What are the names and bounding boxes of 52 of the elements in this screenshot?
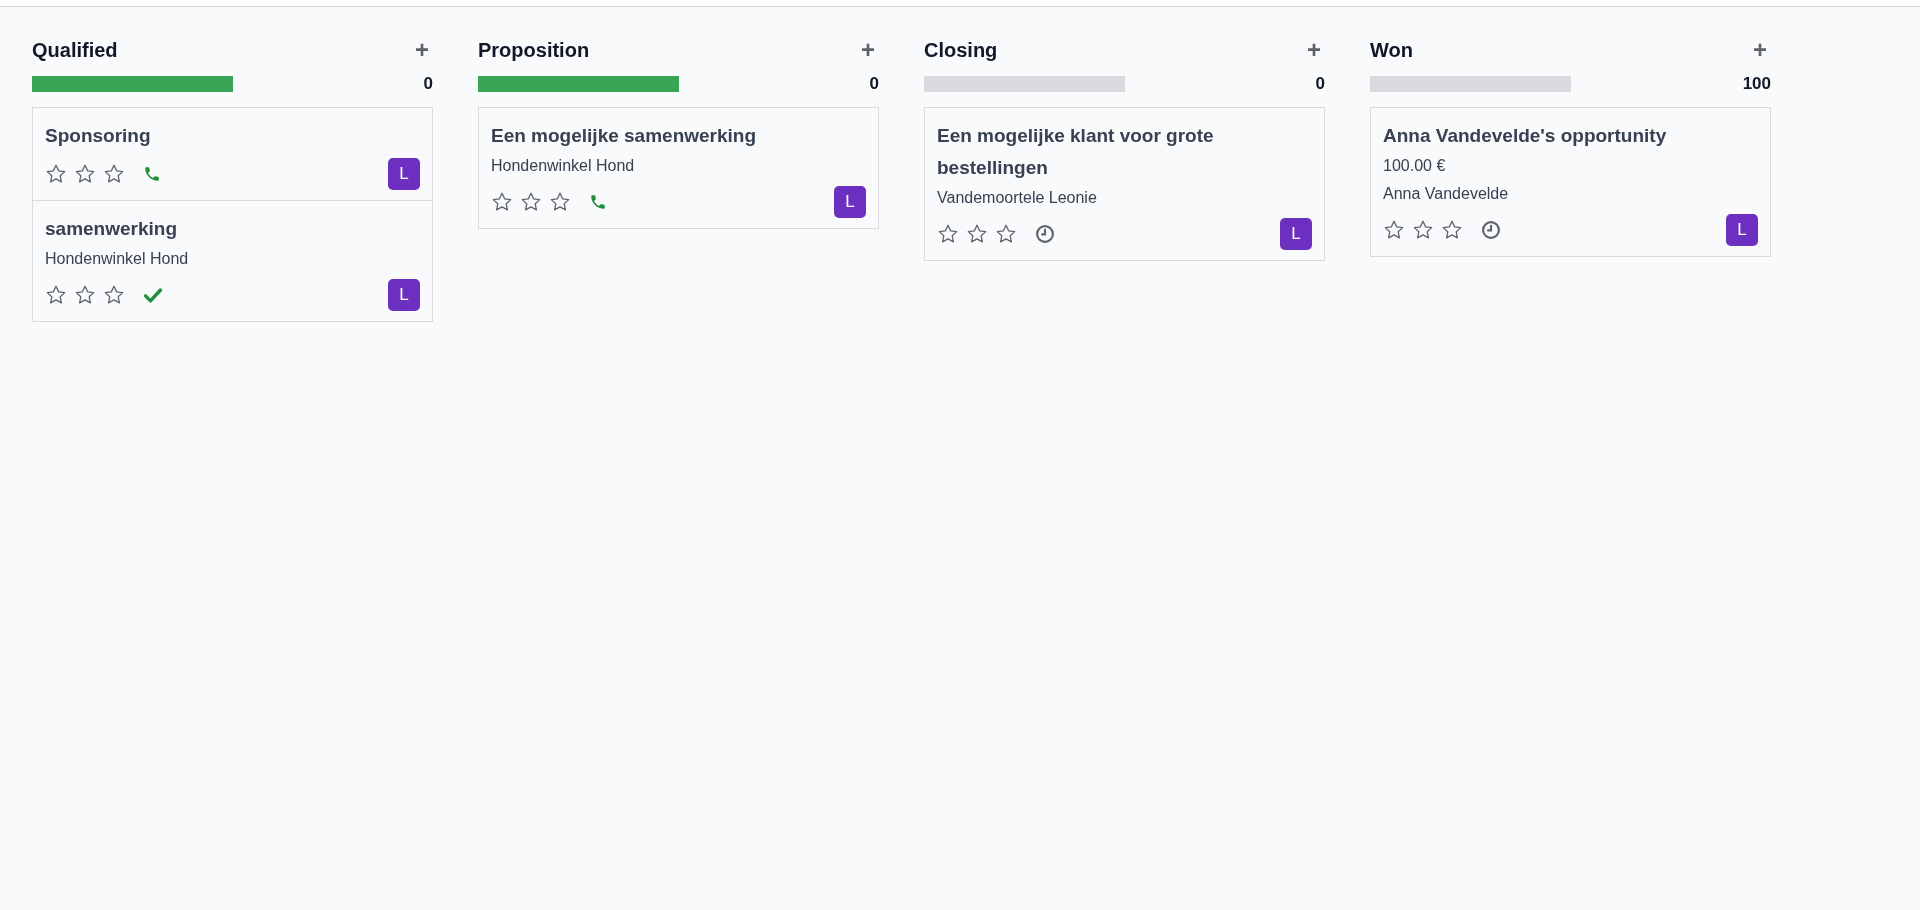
phone-icon[interactable] bbox=[589, 193, 607, 211]
card-text: Hondenwinkel Hond bbox=[45, 249, 190, 269]
star-icon[interactable] bbox=[74, 284, 96, 306]
user-avatar[interactable]: L bbox=[1280, 218, 1312, 250]
star-icon[interactable] bbox=[491, 191, 513, 213]
card-text: Anna Vandevelde bbox=[1383, 184, 1510, 204]
star-icon[interactable] bbox=[1412, 219, 1434, 241]
star-icon[interactable] bbox=[45, 284, 67, 306]
checkmark-icon[interactable] bbox=[143, 286, 163, 304]
column-total: 100 bbox=[1742, 73, 1771, 96]
card-text: Hondenwinkel Hond bbox=[491, 156, 636, 176]
star-icon[interactable] bbox=[937, 223, 959, 245]
star-icon[interactable] bbox=[103, 163, 125, 185]
card-title: samenwerking bbox=[45, 217, 178, 241]
star-icon[interactable] bbox=[549, 191, 571, 213]
star-icon[interactable] bbox=[1441, 219, 1463, 241]
card-title: Een mogelijke samenwerking bbox=[491, 124, 758, 148]
add-button[interactable]: + bbox=[1749, 38, 1771, 62]
star-icon[interactable] bbox=[74, 163, 96, 185]
star-icon[interactable] bbox=[45, 163, 67, 185]
add-button[interactable]: + bbox=[857, 38, 879, 62]
user-avatar[interactable]: L bbox=[834, 186, 866, 218]
user-avatar[interactable]: L bbox=[1726, 214, 1758, 246]
user-avatar[interactable]: L bbox=[388, 279, 420, 311]
add-button[interactable]: + bbox=[1303, 38, 1325, 62]
clock-icon[interactable] bbox=[1035, 224, 1055, 244]
column-title: Closing bbox=[924, 38, 998, 63]
column-title: Won bbox=[1370, 38, 1413, 63]
column-title: Proposition bbox=[478, 38, 590, 63]
star-icon[interactable] bbox=[966, 223, 988, 245]
opportunity-card[interactable]: Anna Vandevelde's opportunity 100.00 € Anna Vandevelde L bbox=[1371, 108, 1770, 256]
clock-icon[interactable] bbox=[1481, 220, 1501, 240]
opportunity-card[interactable]: Sponsoring L bbox=[33, 108, 432, 200]
star-icon[interactable] bbox=[995, 223, 1017, 245]
card-title: Een mogelijke klant voor grote bestellingen bbox=[937, 124, 1215, 180]
card-text: Vandemoortele Leonie bbox=[937, 188, 1098, 208]
opportunity-card[interactable]: Een mogelijke klant voor grote bestellingen Vandemoortele Leonie L bbox=[925, 108, 1324, 260]
star-icon[interactable] bbox=[520, 191, 542, 213]
star-icon[interactable] bbox=[103, 284, 125, 306]
card-title: Sponsoring bbox=[45, 124, 152, 148]
phone-icon[interactable] bbox=[143, 165, 161, 183]
star-icon[interactable] bbox=[1383, 219, 1405, 241]
column-total: 0 bbox=[423, 73, 433, 96]
card-text: 100.00 € bbox=[1383, 156, 1447, 176]
card-title: Anna Vandevelde's opportunity bbox=[1383, 124, 1668, 148]
opportunity-card[interactable]: samenwerking Hondenwinkel Hond L bbox=[33, 200, 432, 321]
column-total: 0 bbox=[869, 73, 879, 96]
add-button[interactable]: + bbox=[411, 38, 433, 62]
column-total: 0 bbox=[1315, 73, 1325, 96]
user-avatar[interactable]: L bbox=[388, 158, 420, 190]
column-title: Qualified bbox=[32, 38, 118, 63]
opportunity-card[interactable]: Een mogelijke samenwerking Hondenwinkel Hond L bbox=[479, 108, 878, 228]
